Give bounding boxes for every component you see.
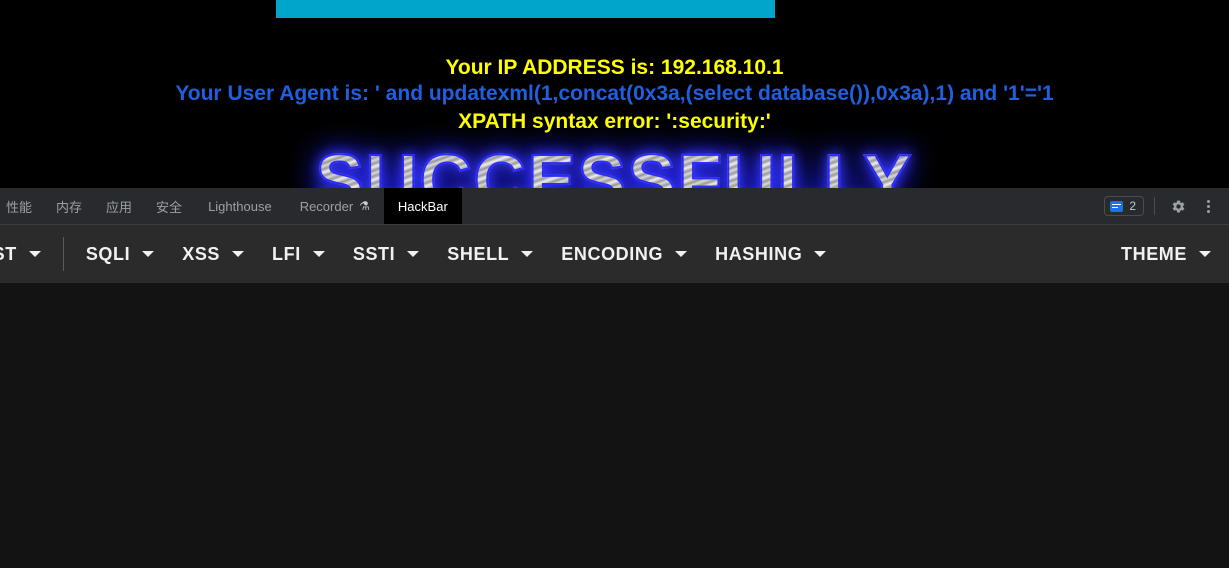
hackbar-menu-shell[interactable]: SHELL — [433, 244, 547, 265]
devtools-panel: 性能 内存 应用 安全 Lighthouse Recorder ⚗ HackBa… — [0, 188, 1229, 568]
kebab-menu-icon — [1206, 199, 1210, 213]
hackbar-menu-sqli[interactable]: SQLI — [72, 244, 168, 265]
hackbar-menu-shell-label: SHELL — [447, 243, 510, 264]
hackbar-menu-sqli-label: SQLI — [85, 243, 131, 264]
gear-icon — [1172, 200, 1184, 212]
hackbar-menu-encoding-label: ENCODING — [561, 243, 664, 264]
hackbar-menu-test[interactable]: EST — [0, 244, 55, 265]
tab-performance-label: 性能 — [6, 199, 33, 215]
chevron-down-icon — [28, 251, 41, 257]
chevron-down-icon — [521, 251, 534, 257]
flask-icon: ⚗ — [359, 199, 370, 213]
tab-performance[interactable]: 性能 — [0, 188, 44, 224]
more-options-button[interactable] — [1195, 193, 1221, 219]
devtools-tabbar: 性能 内存 应用 安全 Lighthouse Recorder ⚗ HackBa… — [0, 188, 1229, 225]
hackbar-toolbar: EST SQLI XSS LFI SSTI SHELL — [0, 225, 1229, 283]
hackbar-menu-xss[interactable]: XSS — [168, 244, 258, 265]
devtools-tabbar-actions: 2 — [1104, 188, 1229, 224]
success-text: SUCCESSFULLY — [315, 140, 913, 190]
console-message-counter[interactable]: 2 — [1104, 196, 1144, 216]
tabbar-divider — [1154, 197, 1155, 215]
hackbar-menu-xss-label: XSS — [182, 243, 221, 264]
tab-lighthouse-label: Lighthouse — [208, 198, 272, 214]
tab-memory-label: 内存 — [56, 199, 83, 215]
hackbar-body: 8/ orm-urlencoded (raw) ADD HEADER mit N… — [0, 283, 1229, 568]
console-message-count: 2 — [1129, 199, 1136, 213]
chevron-down-icon — [1199, 251, 1211, 257]
tab-hackbar[interactable]: HackBar — [383, 188, 462, 224]
chevron-down-icon — [312, 251, 325, 257]
tab-lighthouse[interactable]: Lighthouse — [194, 188, 286, 224]
tab-hackbar-label: HackBar — [397, 198, 448, 214]
hackbar-menu-group-left: EST SQLI XSS LFI SSTI SHELL — [0, 237, 1107, 271]
hackbar-menu-theme-label: THEME — [1121, 243, 1187, 264]
hackbar-menu-hashing-label: HASHING — [715, 243, 803, 264]
hackbar-menu-lfi[interactable]: LFI — [258, 244, 339, 265]
chevron-down-icon — [814, 251, 827, 257]
chevron-down-icon — [142, 251, 155, 257]
hackbar-menu-group-right: THEME — [1107, 244, 1229, 265]
tab-recorder[interactable]: Recorder ⚗ — [286, 188, 384, 224]
web-page-content: Your IP ADDRESS is: 192.168.10.1 Your Us… — [0, 0, 1229, 190]
user-agent-line: Your User Agent is: ' and updatexml(1,co… — [175, 82, 1054, 105]
settings-button[interactable] — [1165, 193, 1191, 219]
tab-memory[interactable]: 内存 — [44, 188, 94, 224]
hackbar-menu-hashing[interactable]: HASHING — [701, 244, 840, 265]
hackbar-menu-ssti[interactable]: SSTI — [339, 244, 433, 265]
tab-security[interactable]: 安全 — [144, 188, 194, 224]
chevron-down-icon — [407, 251, 420, 257]
tab-application[interactable]: 应用 — [94, 188, 144, 224]
hackbar-menu-ssti-label: SSTI — [352, 243, 396, 264]
hackbar-menu-theme[interactable]: THEME — [1107, 244, 1225, 265]
ip-address-line: Your IP ADDRESS is: 192.168.10.1 — [445, 56, 784, 79]
devtools-tab-list: 性能 内存 应用 安全 Lighthouse Recorder ⚗ HackBa… — [0, 188, 1104, 224]
toolbar-divider — [62, 237, 64, 271]
chevron-down-icon — [675, 251, 688, 257]
hackbar-menu-test-label: EST — [0, 243, 17, 264]
hackbar-menu-lfi-label: LFI — [272, 243, 301, 264]
hackbar-menu-encoding[interactable]: ENCODING — [547, 244, 701, 265]
console-message-icon — [1110, 200, 1124, 212]
tab-recorder-label: Recorder — [299, 198, 354, 214]
chevron-down-icon — [232, 251, 245, 257]
success-banner: SUCCESSFULLY — [0, 140, 1229, 190]
page-cyan-banner — [276, 0, 775, 18]
tab-application-label: 应用 — [106, 199, 133, 215]
xpath-error-line: XPATH syntax error: ':security:' — [458, 110, 771, 133]
tab-security-label: 安全 — [156, 199, 183, 215]
